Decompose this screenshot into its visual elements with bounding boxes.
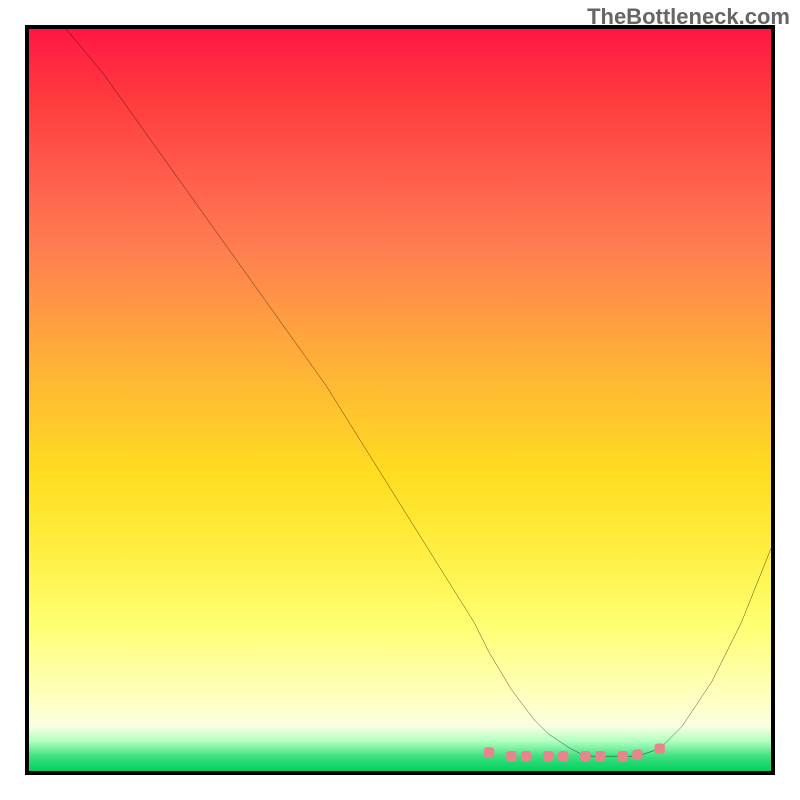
marker-point — [506, 751, 516, 761]
marker-point — [484, 747, 494, 757]
marker-point — [655, 744, 665, 754]
marker-point — [580, 751, 590, 761]
marker-point — [632, 749, 642, 759]
marker-point — [543, 751, 553, 761]
low-point-markers — [484, 744, 665, 762]
chart-svg-layer — [29, 29, 771, 771]
marker-point — [521, 751, 531, 761]
watermark-text: TheBottleneck.com — [587, 4, 790, 30]
curve-line — [66, 29, 771, 756]
marker-point — [558, 751, 568, 761]
marker-point — [595, 751, 605, 761]
marker-point — [617, 751, 627, 761]
chart-container — [25, 25, 775, 775]
